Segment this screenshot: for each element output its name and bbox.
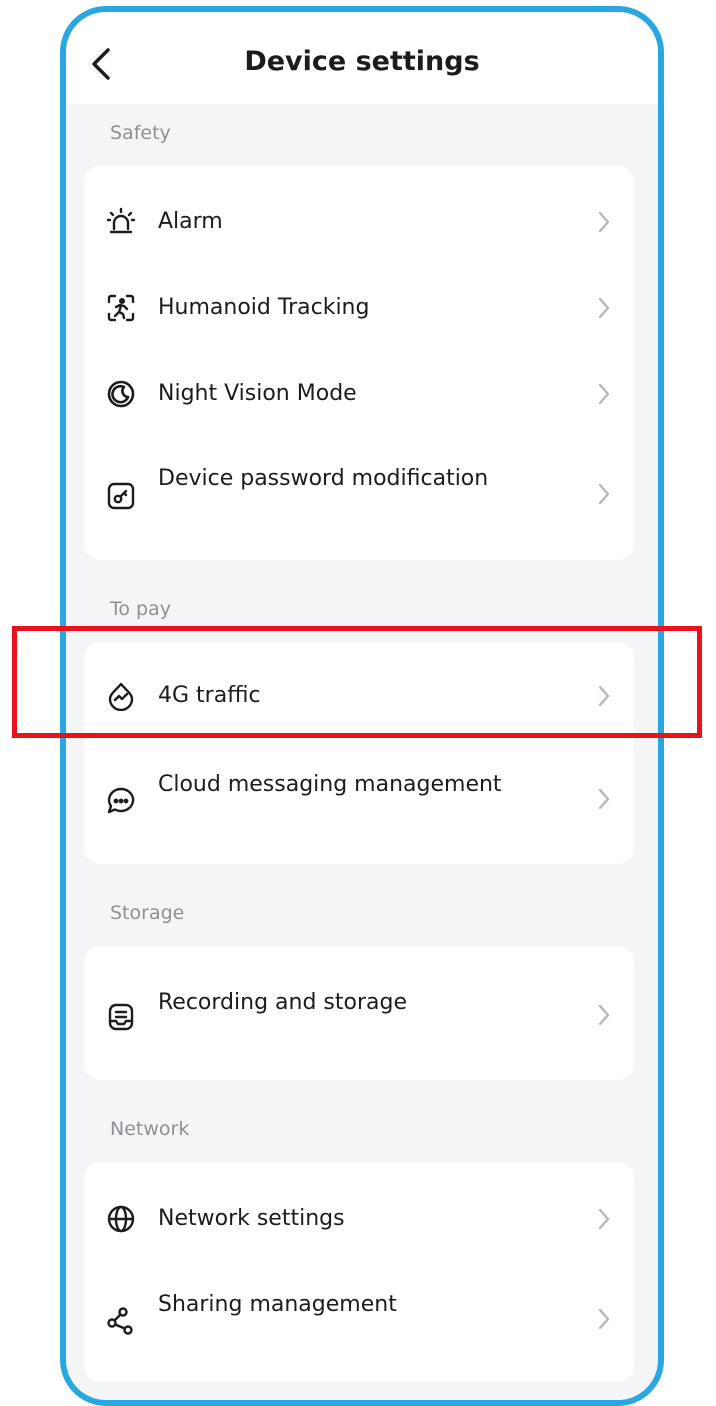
settings-item-recording-storage[interactable]: Recording and storage [84, 958, 634, 1070]
chevron-right-icon [596, 1206, 612, 1232]
network-card: Network settings Sharing management [84, 1162, 634, 1382]
settings-item-night-vision[interactable]: Night Vision Mode [84, 352, 634, 436]
settings-item-label: Cloud messaging management [158, 772, 502, 797]
traffic-drop-icon [106, 681, 136, 712]
chevron-right-icon [596, 295, 612, 321]
section-title-to-pay: To pay [110, 598, 171, 620]
chevron-right-icon [596, 381, 612, 407]
settings-item-label: Device password modification [158, 466, 489, 491]
chevron-right-icon [596, 209, 612, 235]
settings-item-label: Night Vision Mode [158, 381, 357, 406]
settings-item-4g-traffic[interactable]: 4G traffic [84, 654, 634, 738]
settings-item-alarm[interactable]: Alarm [84, 180, 634, 264]
settings-item-label: Alarm [158, 209, 223, 234]
section-title-storage: Storage [110, 902, 185, 924]
settings-item-sharing-management[interactable]: Sharing management [84, 1262, 634, 1374]
settings-item-label: Recording and storage [158, 990, 407, 1015]
phone-frame: Device settings Safety Alarm Humanoid Tr… [60, 6, 664, 1406]
humanoid-tracking-icon [106, 293, 136, 323]
settings-item-network-settings[interactable]: Network settings [84, 1174, 634, 1258]
settings-item-label: Network settings [158, 1206, 345, 1231]
storage-card: Recording and storage [84, 946, 634, 1080]
settings-item-cloud-messaging[interactable]: Cloud messaging management [84, 742, 634, 854]
section-title-safety: Safety [110, 122, 171, 144]
safety-card: Alarm Humanoid Tracking Night Vision Mod… [84, 166, 634, 560]
chevron-right-icon [596, 683, 612, 709]
chevron-right-icon [596, 481, 612, 507]
share-icon [106, 1306, 136, 1336]
chevron-right-icon [596, 786, 612, 812]
password-key-icon [106, 481, 136, 511]
settings-item-humanoid-tracking[interactable]: Humanoid Tracking [84, 266, 634, 350]
chevron-right-icon [596, 1002, 612, 1028]
settings-item-label: 4G traffic [158, 683, 261, 708]
page-title: Device settings [244, 46, 480, 77]
globe-icon [106, 1204, 136, 1234]
to-pay-card: 4G traffic Cloud messaging management [84, 642, 634, 864]
settings-item-label: Humanoid Tracking [158, 295, 370, 320]
night-vision-icon [106, 379, 136, 409]
settings-item-label: Sharing management [158, 1292, 397, 1317]
chat-bubble-icon [106, 786, 136, 816]
header: Device settings [66, 12, 658, 104]
settings-item-device-password[interactable]: Device password modification [84, 438, 634, 550]
section-title-network: Network [110, 1118, 190, 1140]
chevron-right-icon [596, 1306, 612, 1332]
alarm-siren-icon [106, 207, 136, 237]
storage-icon [106, 1002, 136, 1032]
